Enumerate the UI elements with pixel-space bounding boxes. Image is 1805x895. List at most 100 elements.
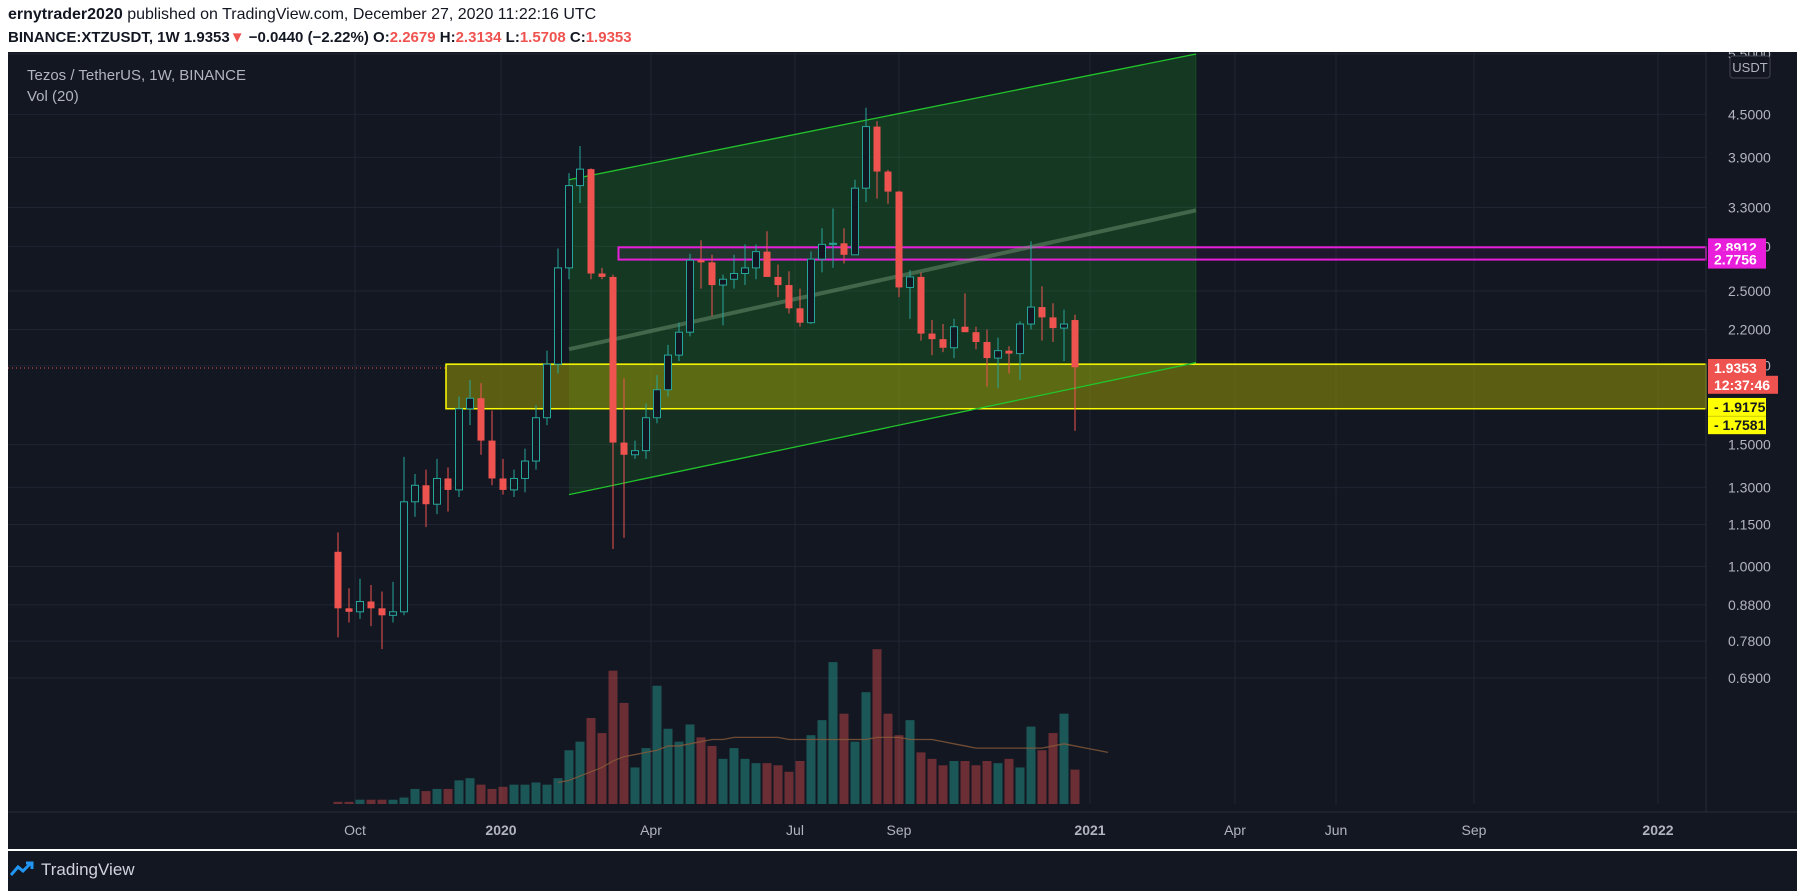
- candle-body: [818, 243, 826, 260]
- volume-bar: [872, 649, 882, 804]
- candle-body: [1005, 350, 1013, 354]
- volume-bar: [630, 767, 640, 804]
- volume-bar: [410, 788, 420, 804]
- volume-bar: [927, 758, 937, 804]
- candle-body: [686, 259, 694, 333]
- volume-bar: [1004, 758, 1014, 804]
- candle-body: [334, 551, 342, 609]
- candle-body: [697, 260, 705, 263]
- price-tick-label: 2.5000: [1728, 283, 1771, 299]
- volume-bar: [696, 737, 706, 804]
- candle-body: [378, 608, 386, 616]
- volume-bar: [586, 718, 596, 804]
- candle-body: [785, 285, 793, 309]
- candle-body: [675, 331, 683, 356]
- close-label: C:: [569, 29, 586, 46]
- candle-body: [653, 389, 661, 419]
- price-label: - 1.7581: [1714, 417, 1766, 433]
- volume-bar: [916, 752, 926, 804]
- volume-bar: [641, 748, 651, 804]
- candle-body: [983, 341, 991, 359]
- last-price: 1.9353: [183, 29, 230, 46]
- volume-bar: [1037, 750, 1047, 804]
- volume-bar: [1026, 726, 1036, 804]
- volume-bar: [883, 713, 893, 804]
- volume-bar: [652, 685, 662, 804]
- price-tick-label: 1.3000: [1728, 480, 1771, 496]
- volume-bar: [663, 728, 673, 804]
- publisher-name[interactable]: ernytrader2020: [8, 6, 123, 23]
- price-tick-label: 3.9000: [1728, 149, 1771, 165]
- candle-body: [422, 485, 430, 505]
- volume-bar: [894, 735, 904, 804]
- candle-body: [807, 258, 815, 324]
- tradingview-logo-icon[interactable]: [10, 860, 38, 880]
- footer: TradingView: [8, 851, 1797, 891]
- candle-body: [1060, 323, 1068, 329]
- price-label: 12:37:46: [1714, 377, 1770, 393]
- volume-legend: Vol (20): [27, 88, 79, 105]
- candle-body: [642, 417, 650, 452]
- volume-bar: [498, 786, 508, 804]
- volume-bar: [993, 763, 1003, 804]
- candle-body: [510, 477, 518, 491]
- low-value: 1.5708: [519, 29, 566, 46]
- volume-bar: [564, 750, 574, 804]
- volume-bar: [520, 784, 530, 804]
- volume-bar: [839, 713, 849, 804]
- volume-bar: [795, 761, 805, 804]
- candle-body: [895, 191, 903, 288]
- volume-bar: [1015, 767, 1025, 804]
- volume-bar: [718, 758, 728, 804]
- time-tick-label: Apr: [640, 822, 662, 838]
- volume-bar: [465, 778, 475, 804]
- time-tick-label: 2021: [1074, 822, 1105, 838]
- support-zone: [445, 363, 1707, 410]
- open-label: O:: [373, 29, 390, 46]
- price-tick-label: 4.5000: [1728, 106, 1771, 122]
- candle-body: [554, 267, 562, 365]
- candle-body: [796, 308, 804, 323]
- high-label: H:: [439, 29, 456, 46]
- price-change: −0.0440 (−2.22%): [248, 29, 369, 46]
- high-value: 2.3134: [455, 29, 502, 46]
- candle-body: [598, 273, 606, 277]
- candle-body: [345, 608, 353, 612]
- open-value: 2.2679: [389, 29, 436, 46]
- volume-bar: [366, 799, 376, 804]
- chart-panel[interactable]: 5.50004.50003.90003.30002.90002.50002.20…: [8, 52, 1797, 849]
- candle-body: [950, 326, 958, 349]
- symbol-info: BINANCE:XTZUSDT, 1W 1.9353▼ −0.0440 (−2.…: [8, 29, 632, 46]
- volume-bar: [1048, 733, 1058, 804]
- candle-body: [356, 600, 364, 613]
- candle-body: [873, 126, 881, 172]
- volume-bar: [421, 791, 431, 804]
- price-chart[interactable]: 5.50004.50003.90003.30002.90002.50002.20…: [8, 52, 1797, 849]
- volume-bar: [971, 765, 981, 804]
- tradingview-brand[interactable]: TradingView: [41, 860, 135, 880]
- volume-bar: [674, 741, 684, 804]
- symbol-name: BINANCE:XTZUSDT, 1W: [8, 29, 180, 46]
- volume-bar: [773, 765, 783, 804]
- volume-bar: [542, 784, 552, 804]
- price-tick-label: 1.1500: [1728, 516, 1771, 532]
- volume-bar: [806, 735, 816, 804]
- candle-body: [609, 276, 617, 443]
- candle-body: [466, 397, 474, 410]
- candle-body: [763, 251, 771, 277]
- candle-body: [587, 169, 595, 274]
- candle-body: [620, 442, 628, 455]
- volume-bar: [608, 670, 618, 804]
- candle-body: [972, 332, 980, 342]
- candle-body: [521, 460, 529, 479]
- volume-bar: [388, 799, 398, 804]
- currency-label: USDT: [1732, 60, 1767, 75]
- publish-info: ernytrader2020 published on TradingView.…: [8, 6, 596, 24]
- volume-bar: [509, 784, 519, 804]
- candle-body: [730, 272, 738, 280]
- close-value: 1.9353: [585, 29, 632, 46]
- candle-body: [829, 242, 837, 245]
- volume-bar: [1070, 769, 1080, 804]
- down-arrow-icon: ▼: [229, 29, 245, 46]
- candle-body: [499, 478, 507, 490]
